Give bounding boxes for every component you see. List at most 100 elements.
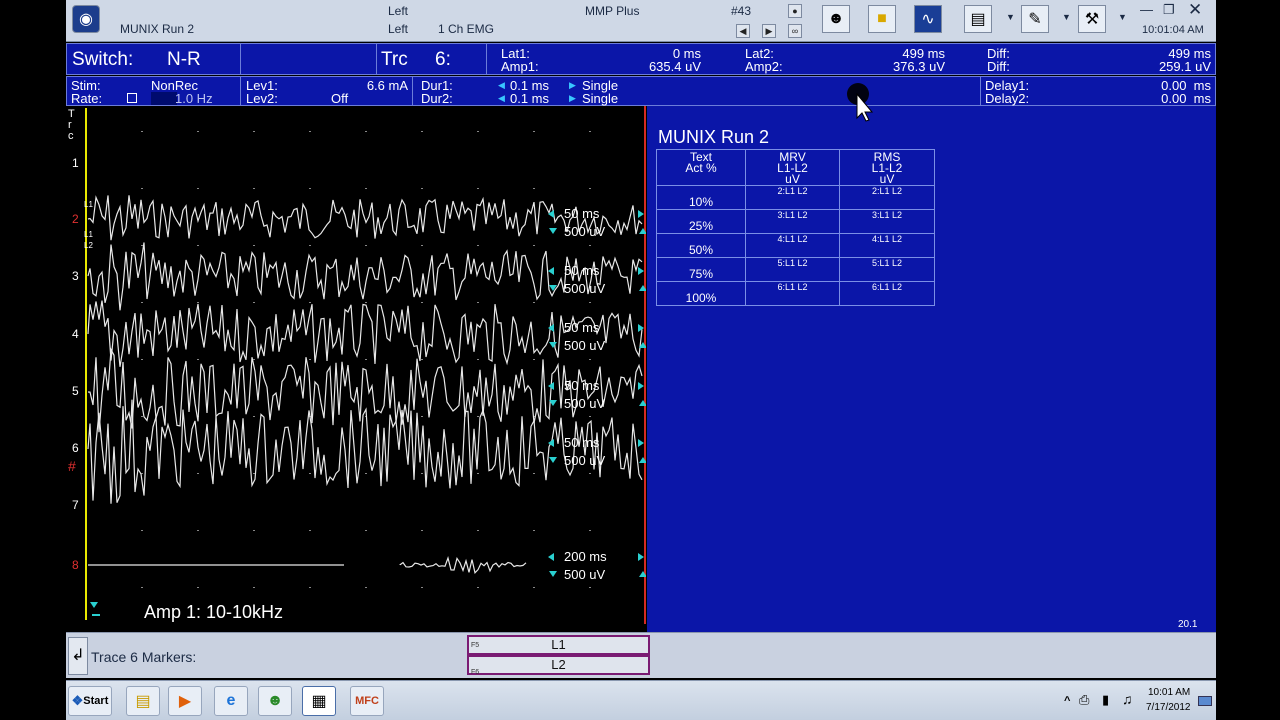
level-cell[interactable]: Lev1: 6.6 mA Lev2: Off — [241, 77, 413, 105]
marker-l2-button[interactable]: F6 L2 — [467, 655, 650, 676]
rate-value[interactable]: 1.0 Hz — [175, 92, 213, 105]
prev-icon[interactable]: ◀ — [736, 24, 750, 38]
dur2-value[interactable]: 0.1 ms — [510, 92, 549, 105]
trace-number[interactable]: 5 — [72, 384, 79, 398]
marker-l1-button[interactable]: F5 L1 — [467, 635, 650, 655]
sensitivity-scale-label: 500 uV — [564, 281, 606, 296]
edit-dropdown-icon[interactable]: ▼ — [1062, 12, 1071, 22]
trace-number[interactable]: 7 — [72, 498, 79, 512]
tray-expand-icon[interactable]: ^ — [1064, 695, 1070, 707]
dur2-decrease-icon[interactable]: ◀ — [498, 92, 505, 105]
sweep-increase-icon — [638, 439, 644, 447]
volume-icon[interactable]: ♫ — [1122, 691, 1133, 707]
channel-label: 1 Ch EMG — [438, 22, 495, 36]
table-row[interactable]: 10% 2:L1 L2 2:L1 L2 — [656, 185, 935, 210]
mrv-cell[interactable]: 2:L1 L2 — [745, 185, 840, 210]
tools-dropdown-icon[interactable]: ▼ — [1118, 12, 1127, 22]
trace-plot[interactable]: 50 ms 500 uV 50 ms 500 uV 50 ms 500 uV 50 ms 50… — [66, 106, 646, 624]
link-icon[interactable]: ∞ — [788, 24, 802, 38]
munix-title: MUNIX Run 2 — [658, 127, 770, 147]
rate-checkbox[interactable] — [127, 93, 137, 103]
trace-number[interactable]: 1 — [72, 156, 79, 170]
sensitivity-scale-label: 500 uV — [564, 567, 606, 582]
folder-icon[interactable]: ■ — [868, 5, 896, 33]
marker-l1-label: L1 — [551, 637, 566, 652]
taskbar-time[interactable]: 10:01 AM — [1148, 687, 1190, 698]
start-button[interactable]: ❖ Start — [68, 686, 112, 716]
media-player-icon[interactable]: ▶ — [168, 686, 202, 716]
emg-trace — [87, 195, 643, 241]
sweep-increase-icon — [638, 324, 644, 332]
delay2-value: 0.00 ms — [1161, 91, 1211, 106]
close-icon[interactable]: ✕ — [1188, 0, 1202, 20]
rms-cell[interactable]: 3:L1 L2 — [839, 209, 935, 234]
table-row[interactable]: 75% 5:L1 L2 5:L1 L2 — [656, 257, 935, 282]
dur2-increase-icon[interactable]: ▶ — [569, 92, 576, 105]
amp1-value: 635.4 uV — [648, 59, 701, 74]
explorer-icon[interactable]: ▤ — [126, 686, 160, 716]
minimize-icon[interactable]: — — [1140, 2, 1153, 17]
stim-cell[interactable]: Stim: NonRec Rate: 1.0 Hz — [67, 77, 241, 105]
trace-canvas[interactable]: 50 ms 500 uV 50 ms 500 uV 50 ms 500 uV 50 ms 50… — [66, 106, 646, 624]
rms-cell[interactable]: 4:L1 L2 — [839, 233, 935, 258]
mrv-cell[interactable]: 6:L1 L2 — [745, 281, 840, 306]
sweep-increase-icon — [638, 267, 644, 275]
taskbar-date[interactable]: 7/17/2012 — [1146, 702, 1191, 713]
bottom-marker-icon — [90, 602, 98, 608]
rms-cell[interactable]: 6:L1 L2 — [839, 281, 935, 306]
table-row[interactable]: 25% 3:L1 L2 3:L1 L2 — [656, 209, 935, 234]
munix-table: Text Act % MRV L1-L2 uV RMS L1-L2 uV 10%… — [656, 149, 935, 306]
edit-icon[interactable]: ✎ — [1021, 5, 1049, 33]
mrv-cell[interactable]: 4:L1 L2 — [745, 233, 840, 258]
trace-number[interactable]: 6 — [72, 441, 79, 455]
sweep-scale-label: 50 ms — [564, 378, 600, 393]
next-icon[interactable]: ▶ — [762, 24, 776, 38]
report-dropdown-icon[interactable]: ▼ — [1006, 12, 1015, 22]
table-row[interactable]: 50% 4:L1 L2 4:L1 L2 — [656, 233, 935, 258]
mfc-icon[interactable]: MFC — [350, 686, 384, 716]
dur1-decrease-icon[interactable]: ◀ — [498, 79, 505, 92]
trace-number[interactable]: 8 — [72, 558, 79, 572]
calculator-icon[interactable]: ▦ — [302, 686, 336, 716]
report-icon[interactable]: ▤ — [964, 5, 992, 33]
show-desktop-icon[interactable] — [1198, 696, 1212, 706]
rms-cell[interactable]: 5:L1 L2 — [839, 257, 935, 282]
sensitivity-decrease-icon — [549, 342, 557, 348]
mrv-cell[interactable]: 3:L1 L2 — [745, 209, 840, 234]
dur1-increase-icon[interactable]: ▶ — [569, 79, 576, 92]
windows-logo-icon: ❖ — [71, 693, 84, 708]
amp2-value: 376.3 uV — [892, 59, 945, 74]
sensitivity-decrease-icon — [549, 457, 557, 463]
table-row[interactable]: 100% 6:L1 L2 6:L1 L2 — [656, 281, 935, 306]
table-header-row: Text Act % MRV L1-L2 uV RMS L1-L2 uV — [656, 149, 935, 186]
l1-marker-label: L1 — [84, 200, 93, 209]
emg-trace — [87, 242, 643, 311]
act-cell: 50% — [656, 233, 746, 258]
patient-icon[interactable]: ☻ — [822, 5, 850, 33]
restore-icon[interactable]: ❐ — [1163, 2, 1175, 18]
act-cell: 25% — [656, 209, 746, 234]
trace-number[interactable]: 4 — [72, 327, 79, 341]
waveform-icon[interactable]: ∿ — [914, 5, 942, 33]
l2-marker-label: L2 — [84, 241, 93, 250]
mode2[interactable]: Single — [582, 92, 618, 105]
emg-trace — [87, 347, 643, 433]
users-icon[interactable]: ☻ — [258, 686, 292, 716]
delay2-label: Delay2: — [985, 91, 1030, 106]
mrv-cell[interactable]: 5:L1 L2 — [745, 257, 840, 282]
trc-cell[interactable]: Trc 6: — [377, 44, 487, 74]
internet-explorer-icon[interactable]: e — [214, 686, 248, 716]
safely-remove-icon[interactable]: ⎙ — [1079, 692, 1089, 708]
camera-icon[interactable]: ● — [788, 4, 802, 18]
sweep-decrease-icon — [548, 267, 554, 275]
trace-number[interactable]: 3 — [72, 269, 79, 283]
tools-icon[interactable]: ⚒ — [1078, 5, 1106, 33]
switch-cell[interactable]: Switch: N-R — [67, 44, 241, 74]
trace-number[interactable]: 2 — [72, 212, 79, 226]
enter-icon[interactable]: ↲ — [68, 637, 88, 675]
network-icon[interactable]: ▮ — [1102, 692, 1109, 708]
rms-cell[interactable]: 2:L1 L2 — [839, 185, 935, 210]
app-logo-icon[interactable]: ◉ — [72, 5, 100, 33]
l1-marker-label: L1 — [84, 230, 93, 239]
sweep-decrease-icon — [548, 553, 554, 561]
